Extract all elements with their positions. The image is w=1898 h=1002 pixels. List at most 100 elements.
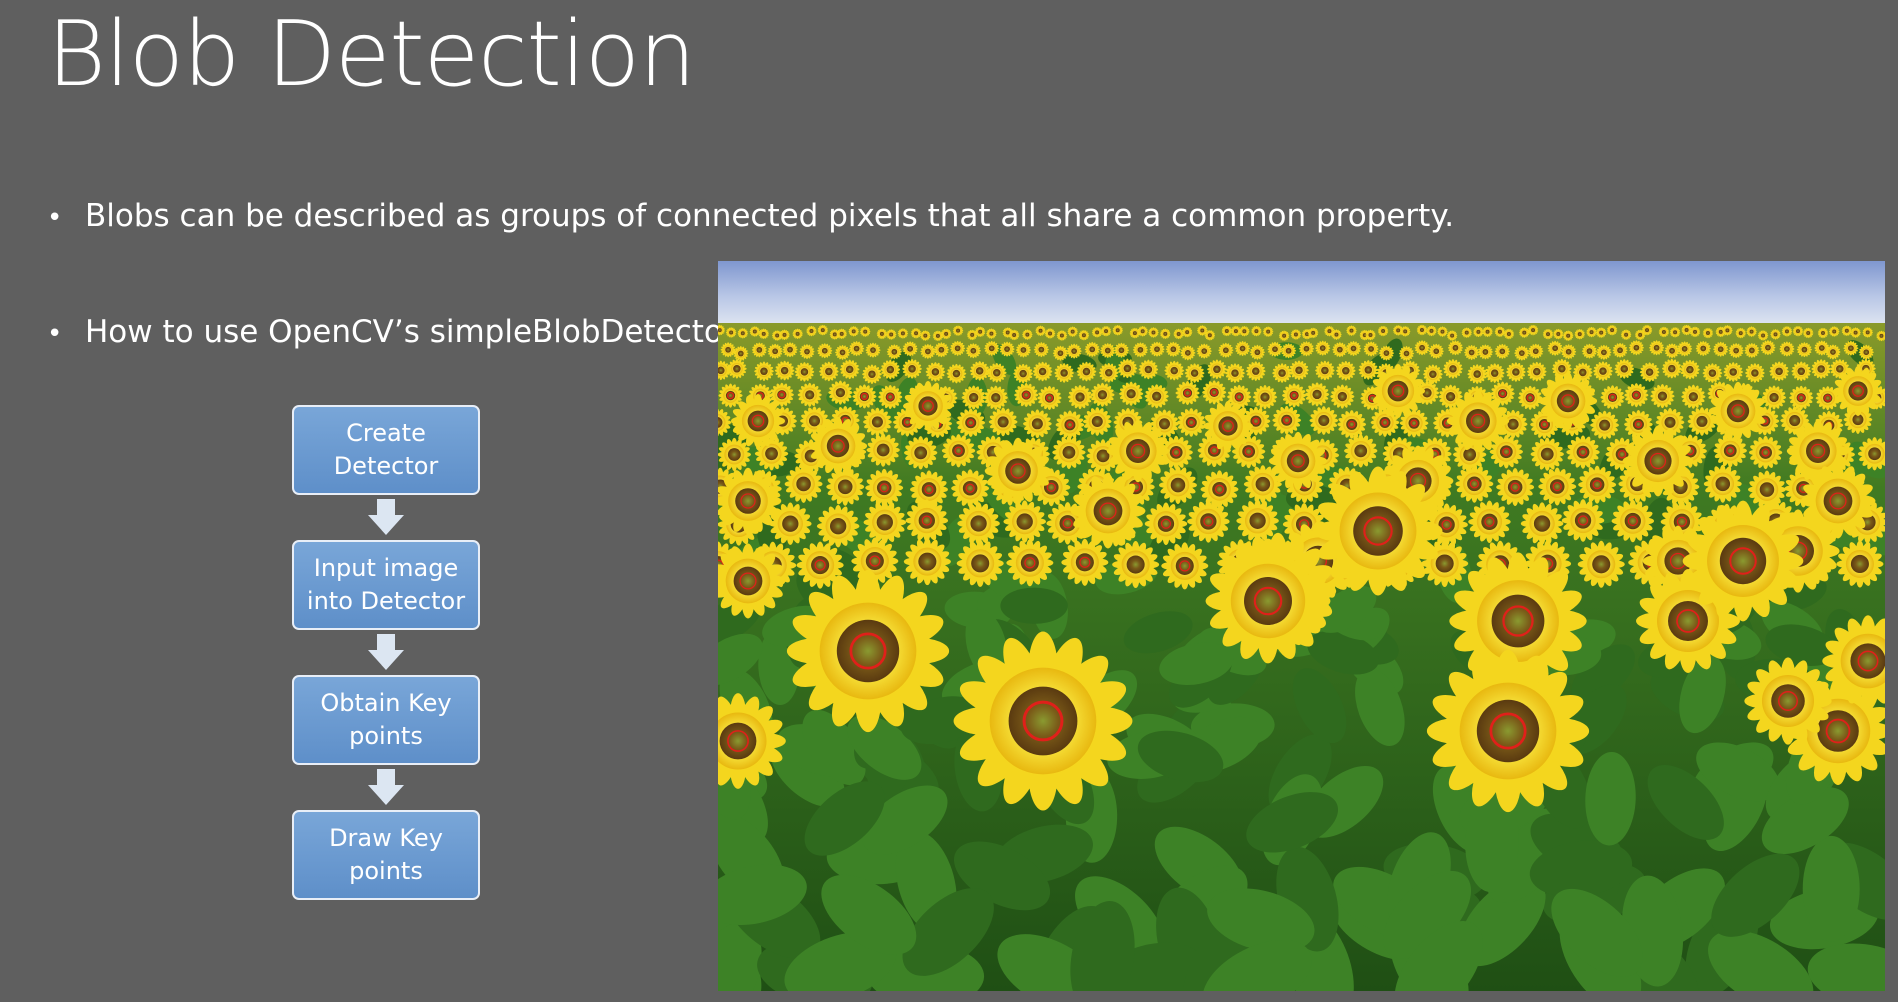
- sunflower: [984, 437, 1052, 505]
- sunflower: [865, 342, 881, 358]
- sunflower: [1606, 324, 1618, 336]
- sunflower: [1066, 343, 1082, 359]
- sunflower: [1082, 407, 1112, 436]
- sunflower: [779, 329, 790, 341]
- sunflower: [1099, 362, 1119, 383]
- sunflower: [1779, 341, 1795, 357]
- sunflower: [1682, 500, 1804, 622]
- sunflower: [1628, 340, 1644, 356]
- sunflower: [1370, 363, 1426, 419]
- sunflower: [1346, 325, 1357, 336]
- sunflower: [1399, 326, 1411, 337]
- sunflower: [1791, 361, 1812, 382]
- sunflower: [1144, 502, 1188, 545]
- sunflower: [1056, 330, 1068, 341]
- sunflower: [816, 504, 860, 548]
- sunflower: [1744, 657, 1832, 745]
- sunflower: [952, 325, 964, 336]
- slide: Blob Detection • Blobs can be described a…: [0, 0, 1898, 1002]
- sunflower: [1520, 502, 1564, 545]
- sunflower: [1054, 363, 1074, 383]
- sunflower: [1070, 473, 1146, 549]
- sunflower: [1494, 343, 1510, 359]
- sunflower: [983, 385, 1008, 410]
- sunflower: [920, 330, 931, 341]
- sunflower: [1748, 435, 1783, 470]
- sunflower: [1100, 325, 1112, 337]
- sunflower: [1032, 361, 1053, 382]
- sunflower: [1596, 344, 1612, 360]
- sunflower: [1713, 434, 1747, 468]
- sunflower: [1281, 343, 1297, 359]
- sunflower: [1138, 359, 1159, 380]
- down-arrow-icon: [292, 495, 480, 540]
- sunflower: [1207, 359, 1227, 380]
- sunflower: [848, 326, 859, 337]
- sunflower: [1514, 345, 1530, 361]
- sunflower: [1426, 649, 1590, 813]
- bullet-dot-icon: •: [47, 319, 63, 349]
- sunflower: [1437, 326, 1448, 337]
- sunflower: [1289, 360, 1309, 380]
- sunflower: [1181, 326, 1193, 338]
- sunflower: [1113, 342, 1129, 358]
- sunflower: [902, 359, 922, 379]
- sunflower: [1728, 343, 1744, 359]
- flow-step-create-detector: Create Detector: [292, 405, 480, 495]
- sunflower: [1022, 329, 1033, 340]
- sunflower: [1267, 341, 1283, 357]
- sunflower: [1506, 362, 1526, 382]
- sunflower: [1781, 326, 1793, 337]
- sunflower: [1055, 410, 1085, 440]
- sunflower: [1836, 540, 1884, 588]
- sunflower: [1251, 325, 1262, 337]
- sunflower: [1593, 361, 1613, 381]
- sunflower: [1680, 359, 1700, 380]
- sunflower: [718, 437, 751, 472]
- down-arrow-icon: [292, 630, 480, 675]
- sunflower: [1595, 327, 1607, 338]
- sunflower: [1006, 539, 1054, 587]
- sunflower: [950, 340, 966, 356]
- sunflower: [969, 361, 990, 381]
- sunflower: [1225, 363, 1245, 383]
- sunflower: [799, 344, 815, 360]
- sunflower: [878, 384, 903, 410]
- sunflower: [1428, 343, 1444, 359]
- sunflower: [797, 382, 822, 407]
- sunflower: [1035, 325, 1046, 337]
- sunflower: [792, 328, 803, 340]
- sunflower: [1144, 384, 1169, 409]
- sunflower: [849, 341, 865, 357]
- sunflower: [1161, 542, 1209, 590]
- sunflower: [1817, 327, 1829, 339]
- sunflower: [863, 407, 892, 437]
- sunflower: [725, 327, 737, 338]
- sunflower: [1414, 340, 1430, 356]
- sunflower: [1527, 324, 1539, 336]
- sunflower: [1841, 325, 1853, 336]
- sunflower: [1015, 342, 1031, 358]
- sunflower: [1052, 345, 1068, 361]
- sunflower: [1346, 341, 1362, 356]
- sunflower: [1748, 470, 1786, 509]
- sunflower: [1272, 363, 1292, 383]
- sunflower: [1052, 435, 1086, 470]
- sunflower: [1337, 410, 1367, 439]
- sunflower: [1745, 363, 1765, 383]
- sunflower: [1330, 384, 1355, 409]
- sunflower: [904, 436, 938, 470]
- sunflower: [1184, 363, 1205, 383]
- sunflower: [758, 328, 769, 340]
- sunflower: [1067, 384, 1093, 410]
- bullet-dot-icon: •: [47, 203, 63, 233]
- sunflower: [1187, 500, 1230, 543]
- sunflower: [1746, 326, 1757, 337]
- sunflower: [1336, 361, 1356, 381]
- sunflower: [784, 465, 823, 503]
- sunflower: [897, 328, 909, 339]
- sunflower: [749, 326, 761, 337]
- sunflower: [880, 359, 901, 380]
- slide-title: Blob Detection: [47, 2, 696, 107]
- sunflower: [1662, 358, 1682, 379]
